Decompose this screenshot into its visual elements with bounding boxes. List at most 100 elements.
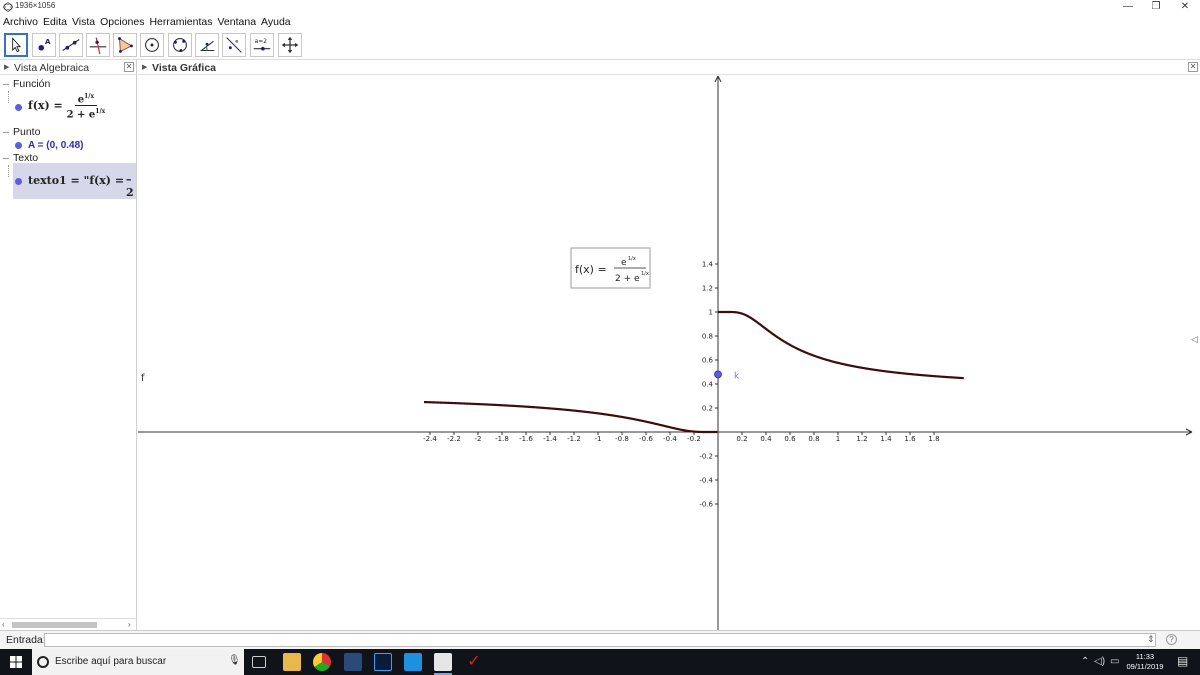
menu-bar: Archivo Edita Vista Opciones Herramienta… (0, 14, 1200, 30)
formula-text-box[interactable]: f(x) = e A 1/x 2 + e 1/x (570, 247, 651, 289)
scroll-left-icon[interactable]: ‹ (2, 620, 5, 629)
visibility-toggle-f[interactable] (15, 104, 22, 111)
move-view-tool-button[interactable] (278, 33, 302, 57)
category-point[interactable]: – Punto (3, 126, 40, 138)
search-placeholder: Escribe aquí para buscar (55, 656, 167, 667)
x-tick-label: -0.6 (639, 435, 653, 443)
perpendicular-tool-button[interactable] (86, 33, 110, 57)
windows-start-icon[interactable] (10, 656, 22, 668)
store-icon[interactable] (344, 653, 362, 671)
volume-icon[interactable]: ◁) (1094, 656, 1105, 667)
graph-canvas[interactable]: -2.4 -2.2 -2 -1.8 -1.6 -1.4 -1.2 -1 -0.8 -0.6 -0.4… (138, 76, 1200, 630)
input-field[interactable] (44, 633, 1156, 647)
move-tool-button[interactable] (4, 33, 28, 57)
line-tool-button[interactable] (59, 33, 83, 57)
point-a-entry[interactable]: A = (0, 0.48) (28, 140, 84, 151)
x-tick-label: -2 (475, 435, 482, 443)
toolbar: A a=2 ⮌ ⮎ ? ⚙ (0, 30, 1200, 85)
x-tick-label: 0.4 (760, 435, 772, 443)
move-view-icon (281, 36, 299, 54)
close-view-icon[interactable]: ✕ (124, 62, 134, 72)
input-dropdown-icon[interactable]: ⇕ (1147, 634, 1155, 645)
y-tick-label: 0.8 (702, 333, 713, 341)
notification-icon[interactable]: ▤ (1177, 654, 1188, 668)
x-tick-label: 1 (836, 435, 840, 443)
x-tick-label: -0.8 (615, 435, 629, 443)
circle-through-points-icon (173, 38, 187, 52)
microphone-icon[interactable]: 🎙 (228, 655, 241, 666)
file-explorer-icon[interactable] (283, 653, 301, 671)
collapse-minus-icon[interactable]: – (3, 126, 13, 138)
x-tick-label: 0.8 (808, 435, 819, 443)
point-a-label: k (734, 371, 740, 381)
network-icon[interactable]: ▭ (1110, 656, 1119, 667)
conic-tool-button[interactable] (168, 33, 192, 57)
menu-ventana[interactable]: Ventana (215, 16, 259, 28)
x-tick-label: 1.4 (880, 435, 892, 443)
windows-taskbar: Escribe aquí para buscar 🎙 ✓ ⌃ ◁) ▭ 11:3… (0, 649, 1200, 675)
photoshop-icon[interactable] (374, 653, 392, 671)
polygon-tool-button[interactable] (113, 33, 137, 57)
point-tool-button[interactable]: A (32, 33, 56, 57)
close-view-icon[interactable]: ✕ (1188, 62, 1198, 72)
collapse-arrow-icon[interactable]: ▶ (4, 63, 9, 71)
tree-connector (8, 91, 9, 103)
function-lhs: f(x) = (28, 98, 63, 112)
x-tick-label: -1.6 (519, 435, 533, 443)
category-function[interactable]: – Función (3, 78, 50, 90)
x-tick-label: -0.2 (687, 435, 701, 443)
menu-opciones[interactable]: Opciones (97, 16, 146, 28)
y-tick-label: -0.2 (699, 453, 713, 461)
tray-chevron-icon[interactable]: ⌃ (1081, 656, 1089, 667)
function-f-entry[interactable]: f(x) = e1/x 2 + e1/x (28, 91, 105, 121)
collapse-arrow-icon[interactable]: ▶ (142, 63, 147, 71)
function-fraction: e1/x 2 + e1/x (67, 91, 106, 121)
input-label: Entrada: (6, 634, 46, 646)
scroll-right-icon[interactable]: › (128, 620, 131, 629)
input-help-icon[interactable]: ? (1166, 634, 1177, 645)
angle-tool-button[interactable] (195, 33, 219, 57)
restore-button[interactable]: ❐ (1141, 0, 1171, 14)
menu-ayuda[interactable]: Ayuda (258, 16, 293, 28)
visibility-toggle-a[interactable] (15, 142, 22, 149)
y-tick-label: 1 (709, 309, 713, 317)
x-tick-label: -0.4 (663, 435, 677, 443)
collapse-minus-icon[interactable]: – (3, 152, 13, 164)
reflect-tool-button[interactable] (222, 33, 246, 57)
function-curve-right-branch[interactable] (718, 310, 964, 380)
visibility-toggle-texto1[interactable] (15, 178, 22, 185)
y-tick-label: 1.4 (702, 261, 714, 269)
close-button[interactable]: ✕ (1170, 0, 1200, 14)
graphics-view: ▶ Vista Gráfica ✕ -2.4 -2.2 -2 -1.8 -1.6 -1.4… (138, 60, 1200, 630)
geogebra-taskbar-icon[interactable] (434, 653, 452, 675)
texto1-entry[interactable]: texto1 = "f(x) = – (28, 174, 134, 187)
x-tick-label: 0.2 (736, 435, 747, 443)
slider-tool-button[interactable]: a=2 (250, 33, 274, 57)
texto1-text: texto1 = "f(x) = (28, 174, 125, 187)
minimize-button[interactable]: — (1113, 0, 1143, 14)
menu-vista[interactable]: Vista (69, 16, 97, 28)
x-tick-label: -1.8 (495, 435, 509, 443)
task-view-icon[interactable] (252, 656, 266, 668)
taskbar-search-box[interactable]: Escribe aquí para buscar 🎙 (32, 649, 244, 675)
algebra-horizontal-scrollbar[interactable]: ‹ › (0, 618, 137, 630)
function-curve-left-branch[interactable] (423, 400, 718, 434)
chrome-icon[interactable] (313, 653, 331, 671)
x-tick-label: -1 (595, 435, 602, 443)
collapse-minus-icon[interactable]: – (3, 78, 13, 90)
svg-text:A: A (45, 37, 51, 46)
app-icon[interactable] (404, 653, 422, 671)
scroll-right-arrow-icon[interactable]: ◁ (1191, 334, 1198, 344)
point-a[interactable] (714, 370, 722, 379)
point-icon: A (38, 37, 51, 51)
geogebra-logo-icon (3, 2, 13, 12)
circle-tool-button[interactable] (140, 33, 164, 57)
scrollbar-thumb[interactable] (12, 622, 97, 628)
taskbar-clock[interactable]: 11:33 09/11/2019 (1124, 652, 1166, 672)
menu-edita[interactable]: Edita (40, 16, 69, 28)
menu-herramientas[interactable]: Herramientas (146, 16, 214, 28)
graphics-view-title: Vista Gráfica (152, 62, 217, 74)
menu-archivo[interactable]: Archivo (0, 16, 40, 28)
checkmark-app-icon[interactable]: ✓ (465, 653, 483, 671)
x-tick-label: -1.4 (543, 435, 557, 443)
